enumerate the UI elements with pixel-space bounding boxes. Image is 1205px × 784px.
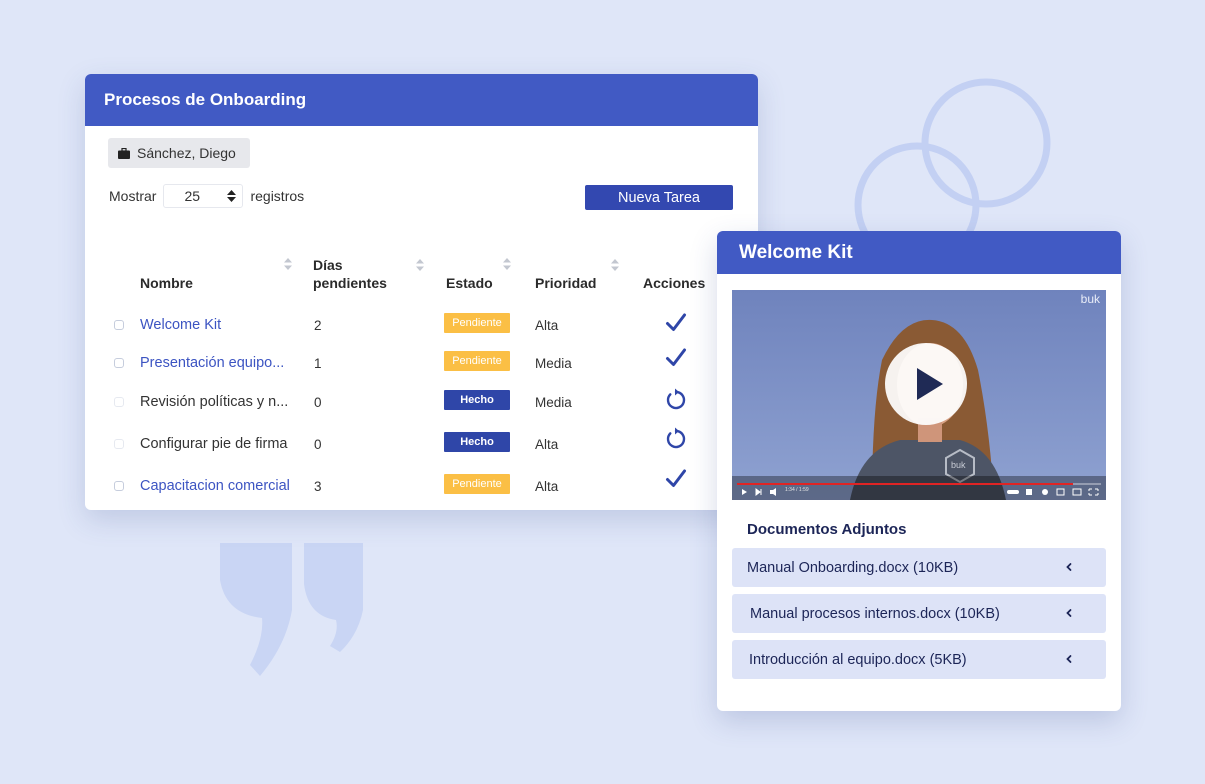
attachment-label: Manual Onboarding.docx (10KB) bbox=[747, 559, 959, 576]
status-badge: Hecho bbox=[444, 432, 510, 452]
play-icon bbox=[917, 368, 943, 400]
row-checkbox[interactable] bbox=[114, 397, 124, 407]
col-header-acciones: Acciones bbox=[643, 275, 706, 291]
docs-title: Documentos Adjuntos bbox=[747, 521, 907, 538]
row-checkbox[interactable] bbox=[114, 481, 124, 491]
priority-value: Media bbox=[535, 356, 572, 371]
onboarding-card: Procesos de Onboarding Sánchez, Diego Mo… bbox=[85, 74, 758, 510]
briefcase-icon bbox=[118, 147, 130, 159]
col-header-estado[interactable]: Estado bbox=[446, 274, 493, 292]
sort-icon[interactable] bbox=[284, 258, 292, 270]
dias-pendientes: 0 bbox=[314, 395, 322, 410]
video-watermark: buk bbox=[1080, 292, 1100, 306]
check-icon[interactable] bbox=[664, 346, 688, 370]
table-row: Capacitacion comercial 3 Pendiente Alta bbox=[85, 469, 758, 502]
shirt-logo-text: buk bbox=[951, 460, 966, 470]
play-button[interactable] bbox=[885, 343, 967, 425]
priority-value: Alta bbox=[535, 437, 559, 452]
user-chip[interactable]: Sánchez, Diego bbox=[108, 138, 250, 168]
status-badge: Pendiente bbox=[444, 313, 510, 333]
attachment-item[interactable]: Introducción al equipo.docx (5KB) bbox=[732, 640, 1106, 679]
col-header-prioridad[interactable]: Prioridad bbox=[535, 274, 596, 292]
attachment-item[interactable]: Manual procesos internos.docx (10KB) bbox=[732, 594, 1106, 633]
priority-value: Media bbox=[535, 395, 572, 410]
card-title: Welcome Kit bbox=[717, 231, 1121, 274]
col-header-dias-line2[interactable]: pendientes bbox=[313, 274, 387, 292]
attachment-label: Introducción al equipo.docx (5KB) bbox=[749, 651, 967, 668]
table-row: Configurar pie de firma 0 Hecho Alta bbox=[85, 427, 758, 460]
status-badge: Pendiente bbox=[444, 474, 510, 494]
dias-pendientes: 0 bbox=[314, 437, 322, 452]
dias-pendientes: 2 bbox=[314, 318, 322, 333]
show-prefix: Mostrar bbox=[109, 188, 157, 204]
decor-quote-icon bbox=[220, 543, 363, 676]
welcome-kit-card: Welcome Kit buk buk 1:34 / 1:59 Document… bbox=[717, 231, 1121, 711]
task-name-link[interactable]: Presentación equipo... bbox=[140, 355, 284, 371]
dias-pendientes: 3 bbox=[314, 479, 322, 494]
show-suffix: registros bbox=[250, 188, 305, 204]
user-chip-label: Sánchez, Diego bbox=[137, 145, 236, 161]
redo-icon[interactable] bbox=[664, 387, 688, 411]
sort-icon[interactable] bbox=[416, 259, 424, 271]
sort-icon[interactable] bbox=[503, 258, 511, 270]
check-icon[interactable] bbox=[664, 467, 688, 491]
status-badge: Hecho bbox=[444, 390, 510, 410]
page-size-control: Mostrar 25 registros bbox=[109, 184, 304, 208]
task-name[interactable]: Configurar pie de firma bbox=[140, 436, 288, 452]
attachment-item[interactable]: Manual Onboarding.docx (10KB) bbox=[732, 548, 1106, 587]
row-checkbox[interactable] bbox=[114, 439, 124, 449]
col-header-nombre[interactable]: Nombre bbox=[140, 274, 193, 292]
priority-value: Alta bbox=[535, 479, 559, 494]
status-badge: Pendiente bbox=[444, 351, 510, 371]
chevron-left-icon[interactable] bbox=[1064, 560, 1074, 574]
page-size-select[interactable]: 25 bbox=[163, 184, 244, 208]
video-time: 1:34 / 1:59 bbox=[785, 487, 809, 493]
table-row: Welcome Kit 2 Pendiente Alta bbox=[85, 311, 758, 341]
chevron-left-icon[interactable] bbox=[1064, 606, 1074, 620]
card-title: Procesos de Onboarding bbox=[85, 74, 758, 126]
chevron-left-icon[interactable] bbox=[1064, 652, 1074, 666]
table-row: Presentación equipo... 1 Pendiente Media bbox=[85, 346, 758, 379]
new-task-button[interactable]: Nueva Tarea bbox=[585, 185, 733, 210]
video-player[interactable]: buk buk 1:34 / 1:59 bbox=[732, 290, 1106, 500]
task-name-link[interactable]: Welcome Kit bbox=[140, 317, 221, 333]
attachment-label: Manual procesos internos.docx (10KB) bbox=[750, 605, 1000, 622]
check-icon[interactable] bbox=[664, 311, 688, 335]
task-name[interactable]: Revisión políticas y n... bbox=[140, 394, 288, 410]
task-name-link[interactable]: Capacitacion comercial bbox=[140, 478, 290, 494]
row-checkbox[interactable] bbox=[114, 358, 124, 368]
sort-icon[interactable] bbox=[611, 259, 619, 271]
row-checkbox[interactable] bbox=[114, 320, 124, 330]
page-size-value: 25 bbox=[184, 188, 201, 204]
dias-pendientes: 1 bbox=[314, 356, 322, 371]
table-row: Revisión políticas y n... 0 Hecho Media bbox=[85, 388, 758, 418]
select-arrows-icon bbox=[227, 190, 237, 202]
priority-value: Alta bbox=[535, 318, 559, 333]
col-header-dias-line1[interactable]: Días bbox=[313, 256, 343, 274]
redo-icon[interactable] bbox=[664, 426, 688, 450]
